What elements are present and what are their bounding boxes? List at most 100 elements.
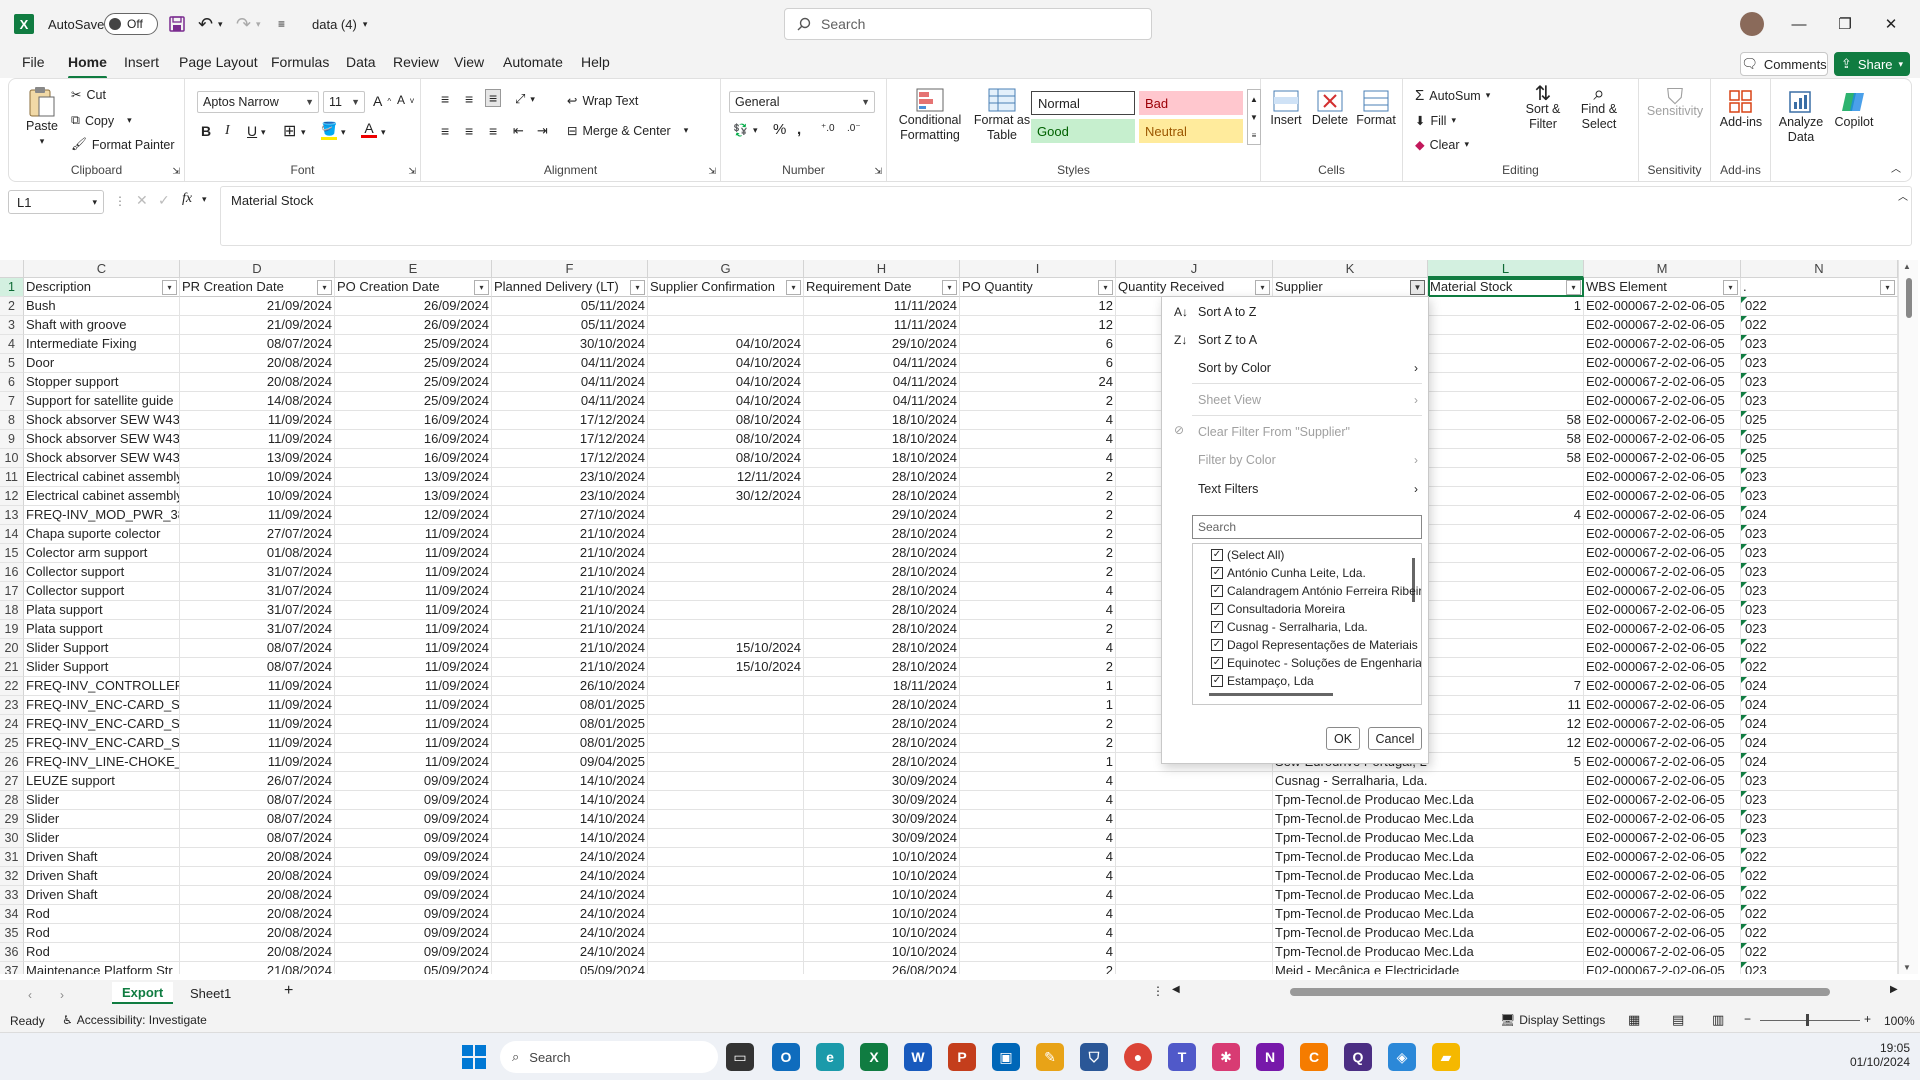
table-cell[interactable] xyxy=(1428,316,1584,335)
table-cell[interactable]: 4 xyxy=(960,924,1116,943)
table-cell[interactable]: 04/11/2024 xyxy=(492,354,648,373)
table-cell[interactable] xyxy=(1116,848,1273,867)
column-header-f[interactable]: F xyxy=(492,260,648,278)
header-cell[interactable]: Planned Delivery (LT) ▾ xyxy=(492,278,648,297)
row-header[interactable]: 18 xyxy=(0,601,24,620)
table-cell[interactable]: 18/10/2024 xyxy=(804,449,960,468)
style-neutral[interactable]: Neutral xyxy=(1139,119,1243,143)
table-cell[interactable]: 58 xyxy=(1428,430,1584,449)
table-cell[interactable]: 26/09/2024 xyxy=(335,316,492,335)
table-cell[interactable] xyxy=(648,696,804,715)
table-cell[interactable]: 10/10/2024 xyxy=(804,943,960,962)
table-cell[interactable] xyxy=(648,772,804,791)
filter-dropdown-icon[interactable]: ▾ xyxy=(474,280,489,295)
table-cell[interactable]: Electrical cabinet assembly xyxy=(24,487,180,506)
table-cell[interactable] xyxy=(648,677,804,696)
customize-toolbar-icon[interactable]: ≡ xyxy=(278,0,285,48)
row-header[interactable]: 32 xyxy=(0,867,24,886)
table-cell[interactable]: 023 xyxy=(1741,791,1898,810)
excel-taskbar-icon[interactable]: X xyxy=(860,1043,888,1071)
table-cell[interactable]: 08/07/2024 xyxy=(180,658,335,677)
row-header[interactable]: 17 xyxy=(0,582,24,601)
table-cell[interactable]: 11/09/2024 xyxy=(180,677,335,696)
save-icon[interactable] xyxy=(168,0,186,48)
table-cell[interactable]: 28/10/2024 xyxy=(804,582,960,601)
table-cell[interactable]: 08/07/2024 xyxy=(180,810,335,829)
table-cell[interactable]: 1 xyxy=(960,677,1116,696)
checkbox-checked-icon[interactable]: ✓ xyxy=(1211,675,1223,687)
header-cell[interactable]: . ▾ xyxy=(1741,278,1898,297)
header-cell[interactable]: Supplier Confirmation ▾ xyxy=(648,278,804,297)
table-cell[interactable]: 09/09/2024 xyxy=(335,791,492,810)
table-cell[interactable]: 11/09/2024 xyxy=(335,658,492,677)
table-cell[interactable]: 18/10/2024 xyxy=(804,411,960,430)
table-cell[interactable]: 30/09/2024 xyxy=(804,772,960,791)
table-cell[interactable]: 28/10/2024 xyxy=(804,468,960,487)
table-cell[interactable]: 21/10/2024 xyxy=(492,544,648,563)
filter-dropdown-icon[interactable]: ▾ xyxy=(1566,280,1581,295)
table-cell[interactable]: 09/09/2024 xyxy=(335,829,492,848)
table-cell[interactable]: Tpm-Tecnol.de Producao Mec.Lda xyxy=(1273,905,1474,924)
table-cell[interactable]: 023 xyxy=(1741,601,1898,620)
font-size-combo[interactable]: 11 ▼ xyxy=(323,91,365,113)
table-cell[interactable]: 11/09/2024 xyxy=(335,582,492,601)
undo-dropdown-icon[interactable]: ▾ xyxy=(218,0,223,48)
merge-center-button[interactable]: ⊟ Merge & Center ▾ xyxy=(567,123,688,139)
table-cell[interactable]: FREQ-INV_LINE-CHOKE_14 xyxy=(24,753,180,772)
table-cell[interactable] xyxy=(648,924,804,943)
dialog-launcher-icon[interactable]: ⇲ xyxy=(874,166,882,177)
more-options-icon[interactable]: ⋮ xyxy=(1152,984,1164,998)
column-header-m[interactable]: M xyxy=(1584,260,1741,278)
table-cell[interactable]: E02-000067-2-02-06-05 xyxy=(1584,373,1741,392)
addins-button[interactable]: Add-ins xyxy=(1715,89,1767,130)
table-cell[interactable]: 08/07/2024 xyxy=(180,639,335,658)
row-header[interactable]: 7 xyxy=(0,392,24,411)
table-cell[interactable]: 31/07/2024 xyxy=(180,620,335,639)
table-cell[interactable]: 20/08/2024 xyxy=(180,373,335,392)
dialog-launcher-icon[interactable]: ⇲ xyxy=(172,166,180,177)
row-header[interactable]: 29 xyxy=(0,810,24,829)
table-cell[interactable]: E02-000067-2-02-06-05 xyxy=(1584,734,1741,753)
table-cell[interactable]: E02-000067-2-02-06-05 xyxy=(1584,449,1741,468)
table-cell[interactable]: 11/09/2024 xyxy=(335,696,492,715)
table-cell[interactable]: 28/10/2024 xyxy=(804,753,960,772)
table-cell[interactable]: 024 xyxy=(1741,696,1898,715)
table-cell[interactable]: 27/10/2024 xyxy=(492,506,648,525)
dialog-launcher-icon[interactable]: ⇲ xyxy=(408,166,416,177)
table-cell[interactable]: Cusnag - Serralharia, Lda. xyxy=(1273,772,1428,791)
menu-file[interactable]: File xyxy=(22,54,45,70)
table-cell[interactable]: 20/08/2024 xyxy=(180,848,335,867)
menu-page-layout[interactable]: Page Layout xyxy=(179,54,258,70)
table-cell[interactable]: 28/10/2024 xyxy=(804,601,960,620)
underline-button[interactable]: U xyxy=(247,123,257,139)
row-header[interactable]: 37 xyxy=(0,962,24,974)
table-cell[interactable]: 4 xyxy=(960,886,1116,905)
format-cells-button[interactable]: Format xyxy=(1353,89,1399,128)
header-cell[interactable]: Supplier ▼ xyxy=(1273,278,1428,297)
filter-dropdown-icon[interactable]: ▾ xyxy=(942,280,957,295)
table-cell[interactable]: 16/09/2024 xyxy=(335,449,492,468)
table-cell[interactable]: 4 xyxy=(960,810,1116,829)
table-cell[interactable]: FREQ-INV_ENC-CARD_SAF xyxy=(24,715,180,734)
table-cell[interactable] xyxy=(1428,354,1584,373)
table-cell[interactable]: Colector arm support xyxy=(24,544,180,563)
align-top-icon[interactable]: ≡ xyxy=(441,91,449,107)
table-cell[interactable]: 28/10/2024 xyxy=(804,696,960,715)
table-cell[interactable]: 20/08/2024 xyxy=(180,886,335,905)
table-cell[interactable]: 024 xyxy=(1741,715,1898,734)
undo-icon[interactable]: ↶ xyxy=(198,0,213,48)
table-cell[interactable] xyxy=(1428,658,1584,677)
table-cell[interactable]: 05/11/2024 xyxy=(492,316,648,335)
collapse-formula-icon[interactable]: ︿ xyxy=(1898,188,1908,203)
table-cell[interactable]: E02-000067-2-02-06-05 xyxy=(1584,696,1741,715)
table-cell[interactable]: E02-000067-2-02-06-05 xyxy=(1584,601,1741,620)
table-cell[interactable]: 04/10/2024 xyxy=(648,373,804,392)
table-cell[interactable]: Driven Shaft xyxy=(24,848,180,867)
table-cell[interactable]: 21/10/2024 xyxy=(492,620,648,639)
table-cell[interactable]: E02-000067-2-02-06-05 xyxy=(1584,620,1741,639)
table-cell[interactable]: 11/11/2024 xyxy=(804,297,960,316)
table-cell[interactable]: 023 xyxy=(1741,468,1898,487)
table-cell[interactable]: 04/10/2024 xyxy=(648,354,804,373)
table-cell[interactable]: 30/10/2024 xyxy=(492,335,648,354)
table-cell[interactable]: 10/09/2024 xyxy=(180,468,335,487)
